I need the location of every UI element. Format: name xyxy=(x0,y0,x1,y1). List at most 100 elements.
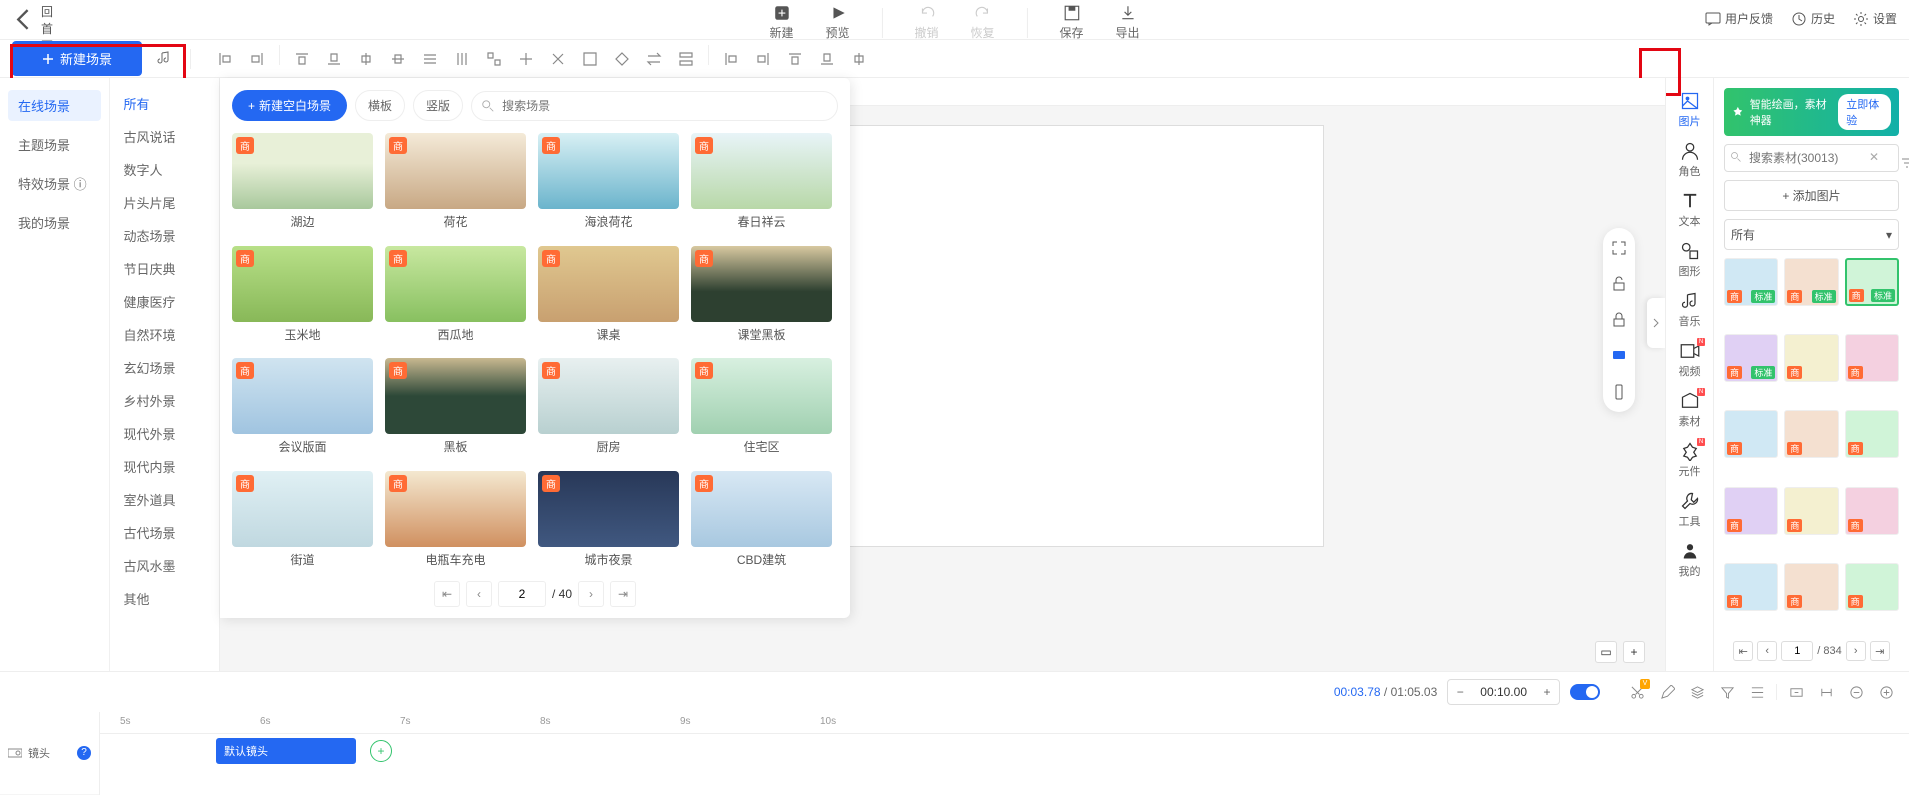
category-item[interactable]: 现代内景 xyxy=(118,453,212,480)
scene-card[interactable]: 商湖边 xyxy=(232,133,373,236)
asset-card[interactable]: 商 xyxy=(1845,487,1899,535)
scene-card[interactable]: 商住宅区 xyxy=(691,358,832,461)
timeline-add-button[interactable]: + xyxy=(370,740,392,762)
asset-card[interactable]: 商标准 xyxy=(1724,258,1778,306)
toolbar-tool-2[interactable] xyxy=(288,45,316,73)
minus-circle-icon[interactable] xyxy=(1845,681,1867,703)
phone-icon[interactable] xyxy=(1607,380,1631,404)
cut-icon[interactable]: V xyxy=(1626,681,1648,703)
category-item[interactable]: 古代场景 xyxy=(118,519,212,546)
save-button[interactable]: 保存 xyxy=(1060,4,1084,41)
timeline-clip[interactable]: 默认镜头 xyxy=(216,738,356,764)
plus-circle-icon[interactable] xyxy=(1875,681,1897,703)
edit-icon[interactable] xyxy=(1656,681,1678,703)
lock-open-icon[interactable] xyxy=(1607,272,1631,296)
asset-card[interactable]: 商 xyxy=(1724,410,1778,458)
toolbar-tool-5[interactable] xyxy=(384,45,412,73)
rail-asset[interactable]: 素材N xyxy=(1666,386,1713,434)
ai-draw-banner[interactable]: 智能绘画，素材神器 立即体验 xyxy=(1724,88,1899,136)
scene-card[interactable]: 商课堂黑板 xyxy=(691,246,832,349)
scene-card[interactable]: 商课桌 xyxy=(538,246,679,349)
scene-card[interactable]: 商CBD建筑 xyxy=(691,471,832,574)
asset-card[interactable]: 商 xyxy=(1784,487,1838,535)
category-item[interactable]: 自然环境 xyxy=(118,321,212,348)
scene-pager-next[interactable]: › xyxy=(578,581,604,607)
new-blank-scene-button[interactable]: +新建空白场景 xyxy=(232,90,347,121)
zoom-plus[interactable]: + xyxy=(1535,680,1559,704)
category-item[interactable]: 古风说话 xyxy=(118,123,212,150)
list-icon[interactable] xyxy=(1746,681,1768,703)
zoom-fit-icon[interactable]: ▭ xyxy=(1595,641,1617,663)
category-item[interactable]: 动态场景 xyxy=(118,222,212,249)
left-tab[interactable]: 我的场景 xyxy=(8,207,101,238)
lock-icon[interactable] xyxy=(1607,308,1631,332)
asset-card[interactable]: 商标准 xyxy=(1784,258,1838,306)
rail-role[interactable]: 角色 xyxy=(1666,136,1713,184)
rail-video[interactable]: 视频N xyxy=(1666,336,1713,384)
rail-component[interactable]: 元件N xyxy=(1666,436,1713,484)
asset-card[interactable]: 商 xyxy=(1784,563,1838,611)
rail-mine[interactable]: 我的 xyxy=(1666,536,1713,584)
scene-card[interactable]: 商海浪荷花 xyxy=(538,133,679,236)
scene-card[interactable]: 商厨房 xyxy=(538,358,679,461)
preview-button[interactable]: 预览 xyxy=(825,4,849,41)
category-item[interactable]: 玄幻场景 xyxy=(118,354,212,381)
scene-card[interactable]: 商黑板 xyxy=(385,358,526,461)
display-icon[interactable] xyxy=(1607,344,1631,368)
toolbar-tool-15[interactable] xyxy=(717,45,745,73)
pager-next[interactable]: › xyxy=(1846,641,1866,661)
toolbar-tool-7[interactable] xyxy=(448,45,476,73)
asset-filter-select[interactable]: 所有▾ xyxy=(1724,219,1899,250)
category-item[interactable]: 数字人 xyxy=(118,156,212,183)
toolbar-tool-10[interactable] xyxy=(544,45,572,73)
toolbar-tool-11[interactable] xyxy=(576,45,604,73)
rail-text[interactable]: 文本 xyxy=(1666,186,1713,234)
scene-card[interactable]: 商会议版面 xyxy=(232,358,373,461)
add-image-button[interactable]: + 添加图片 xyxy=(1724,180,1899,211)
asset-card[interactable]: 商标准 xyxy=(1724,334,1778,382)
asset-card[interactable]: 商 xyxy=(1724,563,1778,611)
scene-pager-prev[interactable]: ‹ xyxy=(466,581,492,607)
toolbar-tool-18[interactable] xyxy=(813,45,841,73)
toolbar-tool-4[interactable] xyxy=(352,45,380,73)
toolbar-tool-17[interactable] xyxy=(781,45,809,73)
asset-card[interactable]: 商 xyxy=(1724,487,1778,535)
fullscreen-icon[interactable] xyxy=(1607,236,1631,260)
settings-button[interactable]: 设置 xyxy=(1853,10,1897,27)
marker-icon[interactable] xyxy=(1785,681,1807,703)
toolbar-tool-16[interactable] xyxy=(749,45,777,73)
zoom-in-icon[interactable]: + xyxy=(1623,641,1645,663)
left-tab[interactable]: 主题场景 xyxy=(8,129,101,160)
pager-input[interactable] xyxy=(1781,641,1813,661)
rail-image[interactable]: 图片 xyxy=(1666,86,1713,134)
category-item[interactable]: 室外道具 xyxy=(118,486,212,513)
redo-button[interactable]: 恢复 xyxy=(971,4,995,41)
scene-card[interactable]: 商西瓜地 xyxy=(385,246,526,349)
new-scene-button[interactable]: 新建场景 xyxy=(12,41,142,76)
feedback-button[interactable]: 用户反馈 xyxy=(1705,10,1773,27)
scene-card[interactable]: 商街道 xyxy=(232,471,373,574)
scene-search-input[interactable] xyxy=(471,91,838,121)
toolbar-tool-14[interactable] xyxy=(672,45,700,73)
scene-pager-last[interactable]: ⇥ xyxy=(610,581,636,607)
asset-card[interactable]: 商 xyxy=(1784,410,1838,458)
scene-filter-vertical[interactable]: 竖版 xyxy=(413,90,463,121)
rail-tool[interactable]: 工具 xyxy=(1666,486,1713,534)
category-item[interactable]: 乡村外景 xyxy=(118,387,212,414)
category-item[interactable]: 健康医疗 xyxy=(118,288,212,315)
scene-card[interactable]: 商城市夜景 xyxy=(538,471,679,574)
history-button[interactable]: 历史 xyxy=(1791,10,1835,27)
category-item[interactable]: 古风水墨 xyxy=(118,552,212,579)
asset-card[interactable]: 商 xyxy=(1845,410,1899,458)
asset-card[interactable]: 商标准 xyxy=(1845,258,1899,306)
scene-filter-horizontal[interactable]: 横板 xyxy=(355,90,405,121)
scene-pager-first[interactable]: ⇤ xyxy=(434,581,460,607)
toolbar-tool-19[interactable] xyxy=(845,45,873,73)
left-tab[interactable]: 特效场景 ⓘ xyxy=(8,168,101,199)
toolbar-tool-12[interactable] xyxy=(608,45,636,73)
music-note-icon[interactable] xyxy=(150,45,178,73)
filter2-icon[interactable] xyxy=(1716,681,1738,703)
zoom-minus[interactable]: − xyxy=(1448,680,1472,704)
pager-first[interactable]: ⇤ xyxy=(1733,641,1753,661)
timeline-track-header[interactable]: 镜头 ? xyxy=(0,712,99,795)
